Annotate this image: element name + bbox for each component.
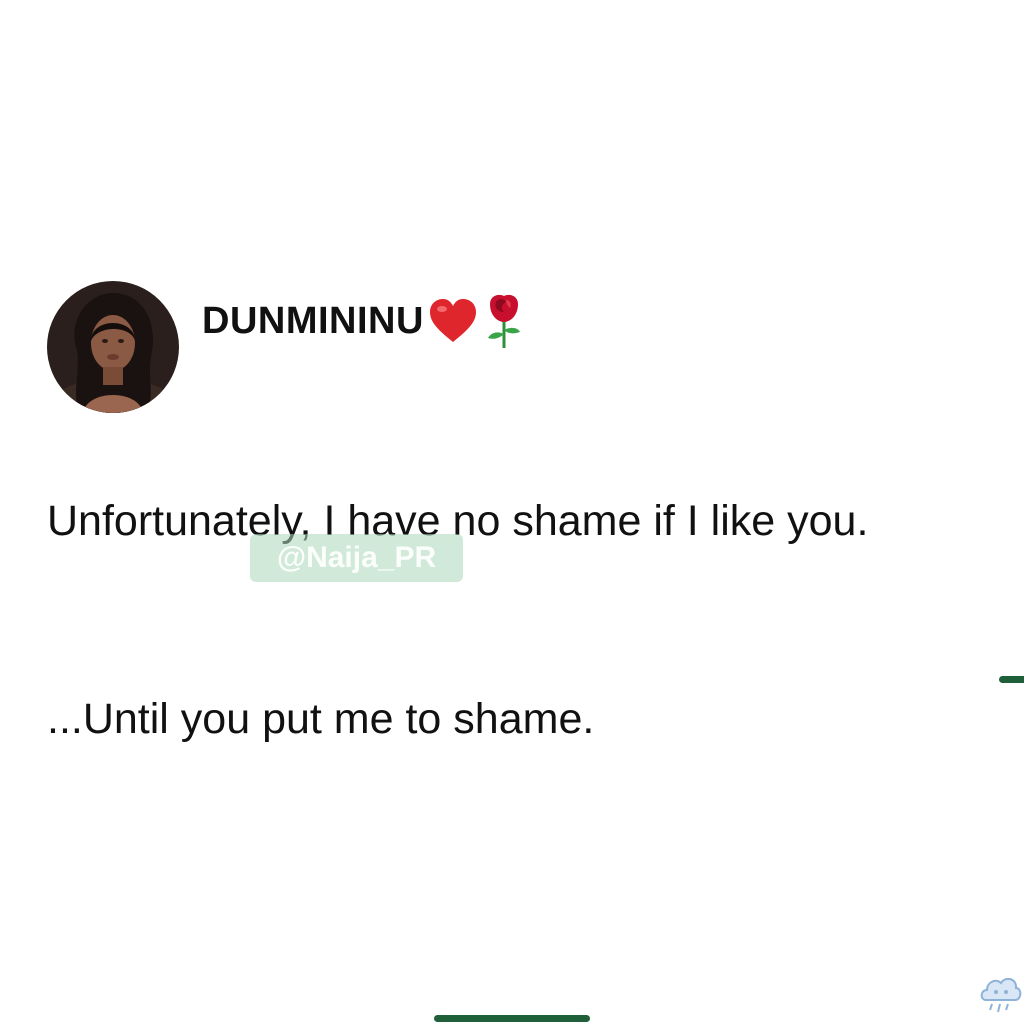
display-name: DUNMININU	[202, 299, 424, 342]
avatar[interactable]	[47, 281, 179, 413]
edge-marker	[999, 676, 1024, 683]
home-indicator[interactable]	[434, 1015, 590, 1022]
red-heart-icon	[428, 298, 478, 344]
tweet-card: DUNMININU Unfortunately, I have no shame…	[0, 0, 1024, 1024]
rose-icon	[482, 292, 526, 350]
display-name-row[interactable]: DUNMININU	[202, 291, 526, 351]
tweet-paragraph: Unfortunately, I have no shame if I like…	[47, 497, 869, 545]
tweet-paragraph: ...Until you put me to shame.	[47, 695, 595, 743]
watermark: @Naija_PR	[250, 534, 463, 582]
cloud-logo-icon	[978, 970, 1022, 1018]
